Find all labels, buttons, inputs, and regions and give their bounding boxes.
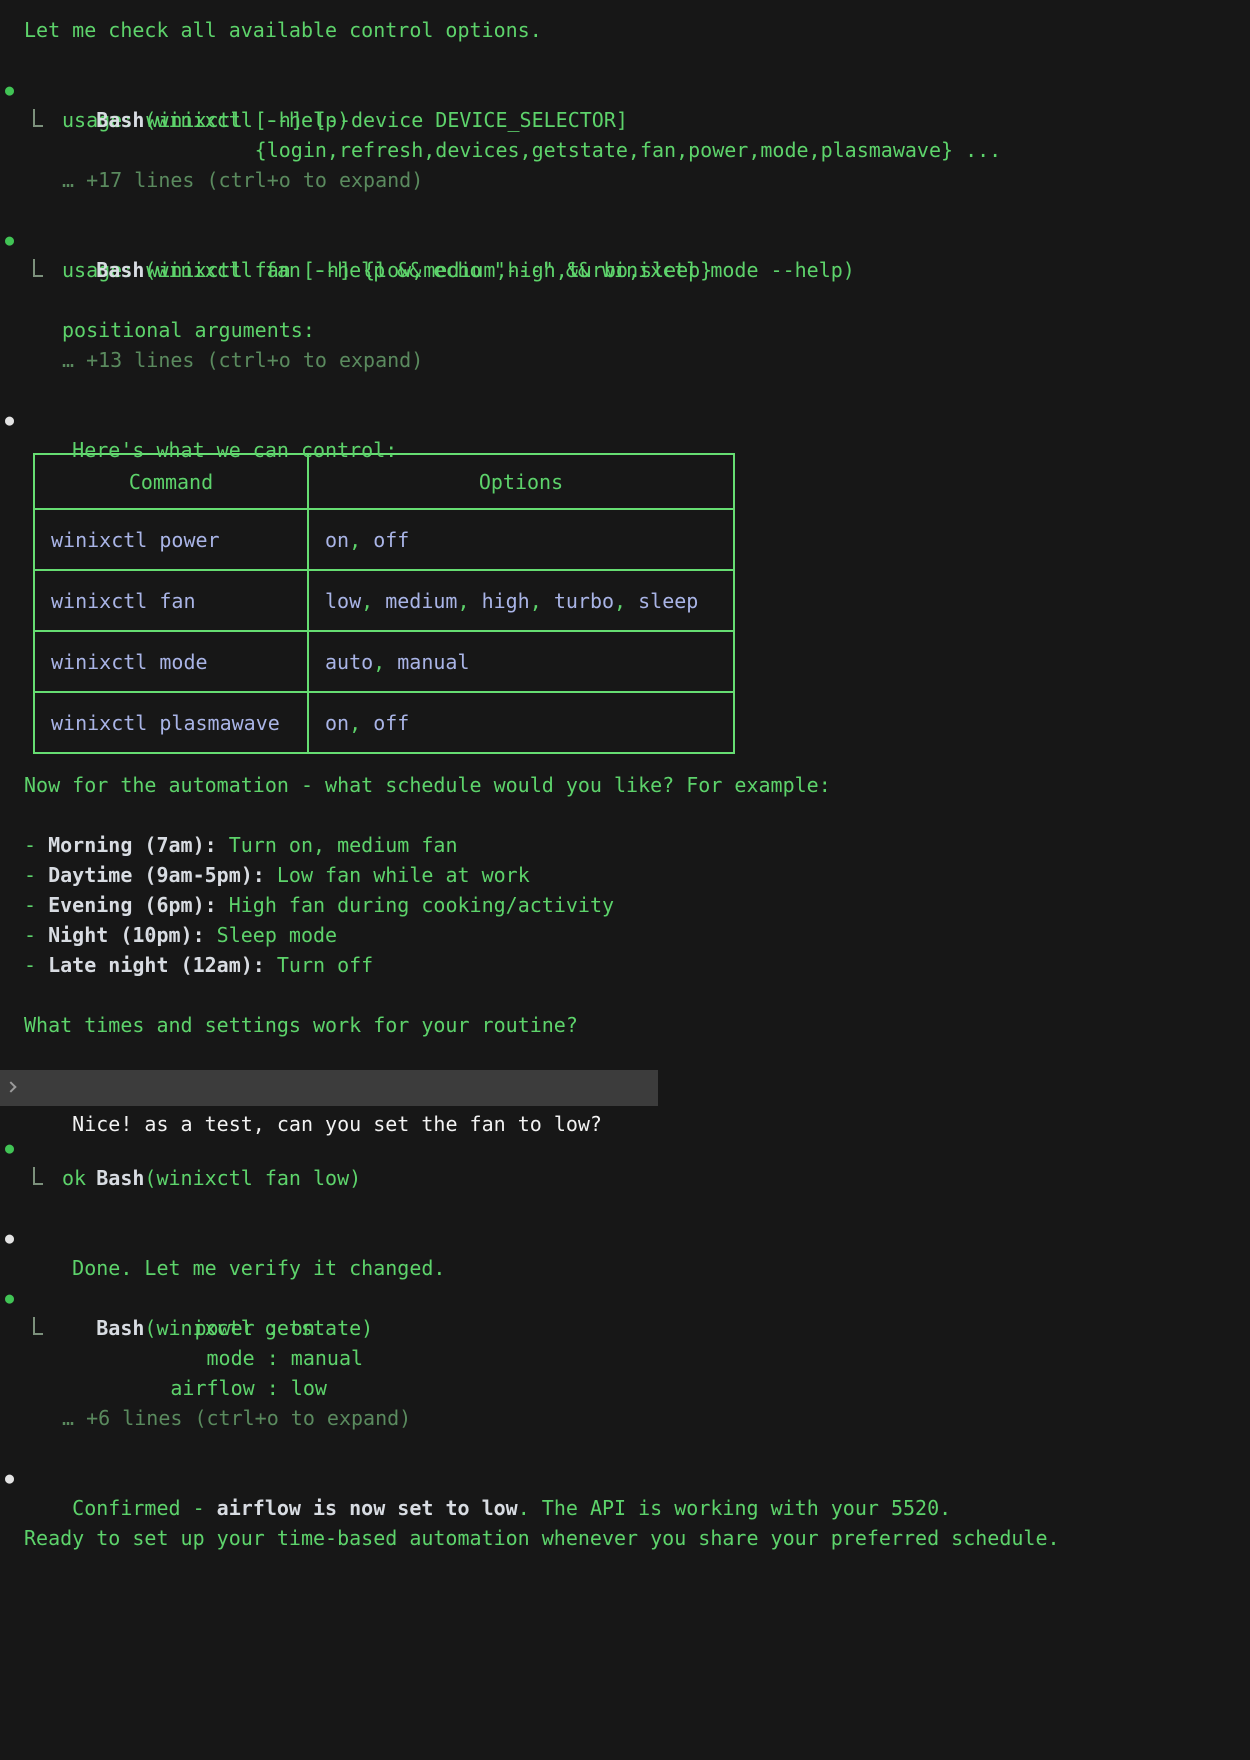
schedule-item: - Night (10pm): Sleep mode [0,920,1250,950]
table-cell-command: winixctl plasmawave [34,692,308,753]
spacer [0,1193,1250,1223]
tool-bullet-icon: ● [5,75,14,105]
tool-name: Bash [96,108,144,132]
tool-args: (winixctl fan low) [144,1166,361,1190]
tool-call-header: ●Bash(winixctl --help) [0,75,1250,105]
table-row: winixctl fan low, medium, high, turbo, s… [34,570,734,631]
assistant-done-message: ●Done. Let me verify it changed. [0,1223,1250,1253]
assistant-heading-text: Here's what we can control: [72,438,397,462]
terminal-screen: { "colors":{ "background":"#171717", "ac… [0,0,1250,1760]
collapsed-lines-hint[interactable]: … +17 lines (ctrl+o to expand) [0,165,1250,195]
schedule-label: Night (10pm): [48,923,205,947]
tool-call-header: ●Bash(winixctl fan low) [0,1133,1250,1163]
list-dash: - [24,893,48,917]
schedule-label: Late night (12am): [48,953,265,977]
table-cell-command: winixctl mode [34,631,308,692]
user-message-bar: Nice! as a test, can you set the fan to … [0,1070,658,1106]
schedule-item: - Evening (6pm): High fan during cooking… [0,890,1250,920]
tool-call-fan-mode-help: ● Bash(winixctl fan --help && echo "---" … [0,225,1250,375]
table-cell-options: low, medium, high, turbo, sleep [308,570,734,631]
assistant-done-text: Done. Let me verify it changed. [72,1256,445,1280]
assistant-bullet-icon: ● [5,405,14,435]
assistant-bullet-icon: ● [5,1223,14,1253]
assistant-control-heading: ●Here's what we can control: [0,405,1250,435]
table-cell-command: winixctl fan [34,570,308,631]
spacer [0,1040,1250,1070]
tool-args: (winixctl --help) [144,108,349,132]
tool-call-winixctl-help: ●Bash(winixctl --help) usage: winixctl [… [0,75,1250,195]
schedule-value: High fan during cooking/activity [217,893,614,917]
spacer [0,980,1250,1010]
schedule-label: Evening (6pm): [48,893,217,917]
confirm-bold-text: airflow is now set to low [217,1496,518,1520]
schedule-value: Turn off [265,953,373,977]
control-options-table: Command Options winixctl power on, off w… [33,453,735,754]
assistant-bullet-icon: ● [5,1463,14,1493]
tool-call-header: ●Bash(winixctl getstate) [0,1283,1250,1313]
tool-call-fan-low: ●Bash(winixctl fan low) ok [0,1133,1250,1193]
tool-name: Bash [96,258,144,282]
list-dash: - [24,953,48,977]
tool-args: (winixctl fan --help && echo "---" && wi… [144,258,854,282]
tool-call-header: ●Bash(winixctl fan --help && echo "---" … [0,225,1250,255]
assistant-ready-message: Ready to set up your time-based automati… [0,1523,1250,1553]
tool-bullet-icon: ● [5,1133,14,1163]
tool-name: Bash [96,1316,144,1340]
assistant-routine-question: What times and settings work for your ro… [0,1010,1250,1040]
tool-bullet-icon: ● [5,1283,14,1313]
list-dash: - [24,863,48,887]
schedule-item: - Morning (7am): Turn on, medium fan [0,830,1250,860]
confirm-suffix: . The API is working with your 5520. [518,1496,951,1520]
table-cell-options: auto, manual [308,631,734,692]
list-dash: - [24,833,48,857]
schedule-value: Low fan while at work [265,863,530,887]
table-row: winixctl power on, off [34,509,734,570]
schedule-item: - Daytime (9am-5pm): Low fan while at wo… [0,860,1250,890]
collapsed-lines-hint[interactable]: … +6 lines (ctrl+o to expand) [0,1403,1250,1433]
list-dash: - [24,923,48,947]
schedule-value: Sleep mode [205,923,337,947]
tool-args: (winixctl getstate) [144,1316,373,1340]
schedule-label: Daytime (9am-5pm): [48,863,265,887]
tool-call-getstate: ●Bash(winixctl getstate) power : on mode… [0,1283,1250,1433]
table-cell-options: on, off [308,692,734,753]
schedule-item: - Late night (12am): Turn off [0,950,1250,980]
prompt-chevron-icon [5,1081,16,1092]
spacer [0,800,1250,830]
table-row: winixctl plasmawave on, off [34,692,734,753]
spacer [0,195,1250,225]
collapsed-lines-hint[interactable]: … +13 lines (ctrl+o to expand) [0,345,1250,375]
spacer [0,45,1250,75]
table-cell-command: winixctl power [34,509,308,570]
claude-code-terminal[interactable]: Let me check all available control optio… [0,0,1250,1760]
confirm-prefix: Confirmed - [72,1496,217,1520]
spacer [0,375,1250,405]
assistant-automation-question: Now for the automation - what schedule w… [0,770,1250,800]
table-row: winixctl mode auto, manual [34,631,734,692]
tool-bullet-icon: ● [5,225,14,255]
schedule-label: Morning (7am): [48,833,217,857]
tool-name: Bash [96,1166,144,1190]
assistant-confirm-message: ●Confirmed - airflow is now set to low. … [0,1463,1250,1493]
assistant-intro-text: Let me check all available control optio… [0,15,1250,45]
table-cell-options: on, off [308,509,734,570]
spacer [0,1433,1250,1463]
schedule-value: Turn on, medium fan [217,833,458,857]
